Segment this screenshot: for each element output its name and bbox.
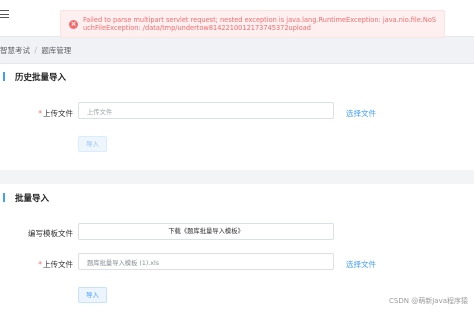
batch-upload-input[interactable]: 题库批量导入模板 (1).xls [78,253,334,270]
history-upload-label: *上传文件 [38,109,73,118]
hamburger-icon[interactable] [0,10,9,18]
batch-import-section: 批量导入 [0,192,49,204]
template-file-label: 编写模板文件 [28,229,73,238]
history-import-section: 历史批量导入 [0,71,66,83]
breadcrumb-separator: / [34,46,37,55]
breadcrumb-item-exam[interactable]: 智慧考试 [0,46,30,55]
section-accent-bar [3,72,5,81]
breadcrumb-bar: 智慧考试 / 题库管理 [0,36,474,64]
batch-import-title: 批量导入 [15,194,50,204]
batch-import-button[interactable]: 导入 [78,287,107,303]
history-upload-input[interactable]: 上传文件 [78,102,334,119]
error-circle-icon: × [69,20,78,29]
batch-upload-label: *上传文件 [38,260,73,269]
section-divider [0,170,474,184]
breadcrumb-item-question-bank: 题库管理 [41,46,72,55]
error-alert: × Failed to parse multipart servlet requ… [60,10,445,38]
download-template-link[interactable]: 下载《题库批量导入模板》 [78,223,334,240]
history-import-title: 历史批量导入 [15,73,67,83]
section-accent-bar [3,193,5,202]
history-select-file-link[interactable]: 选择文件 [346,108,376,119]
error-alert-message: Failed to parse multipart servlet reques… [83,16,437,32]
watermark: CSDN @萌新Java程序猿 [389,297,468,305]
breadcrumb: 智慧考试 / 题库管理 [0,45,71,56]
page: 智慧考试 / 题库管理 × Failed to parse multipart … [0,0,474,312]
history-import-button[interactable]: 导入 [78,136,107,152]
required-mark: * [38,109,42,118]
batch-select-file-link[interactable]: 选择文件 [346,259,376,270]
required-mark: * [38,260,42,269]
